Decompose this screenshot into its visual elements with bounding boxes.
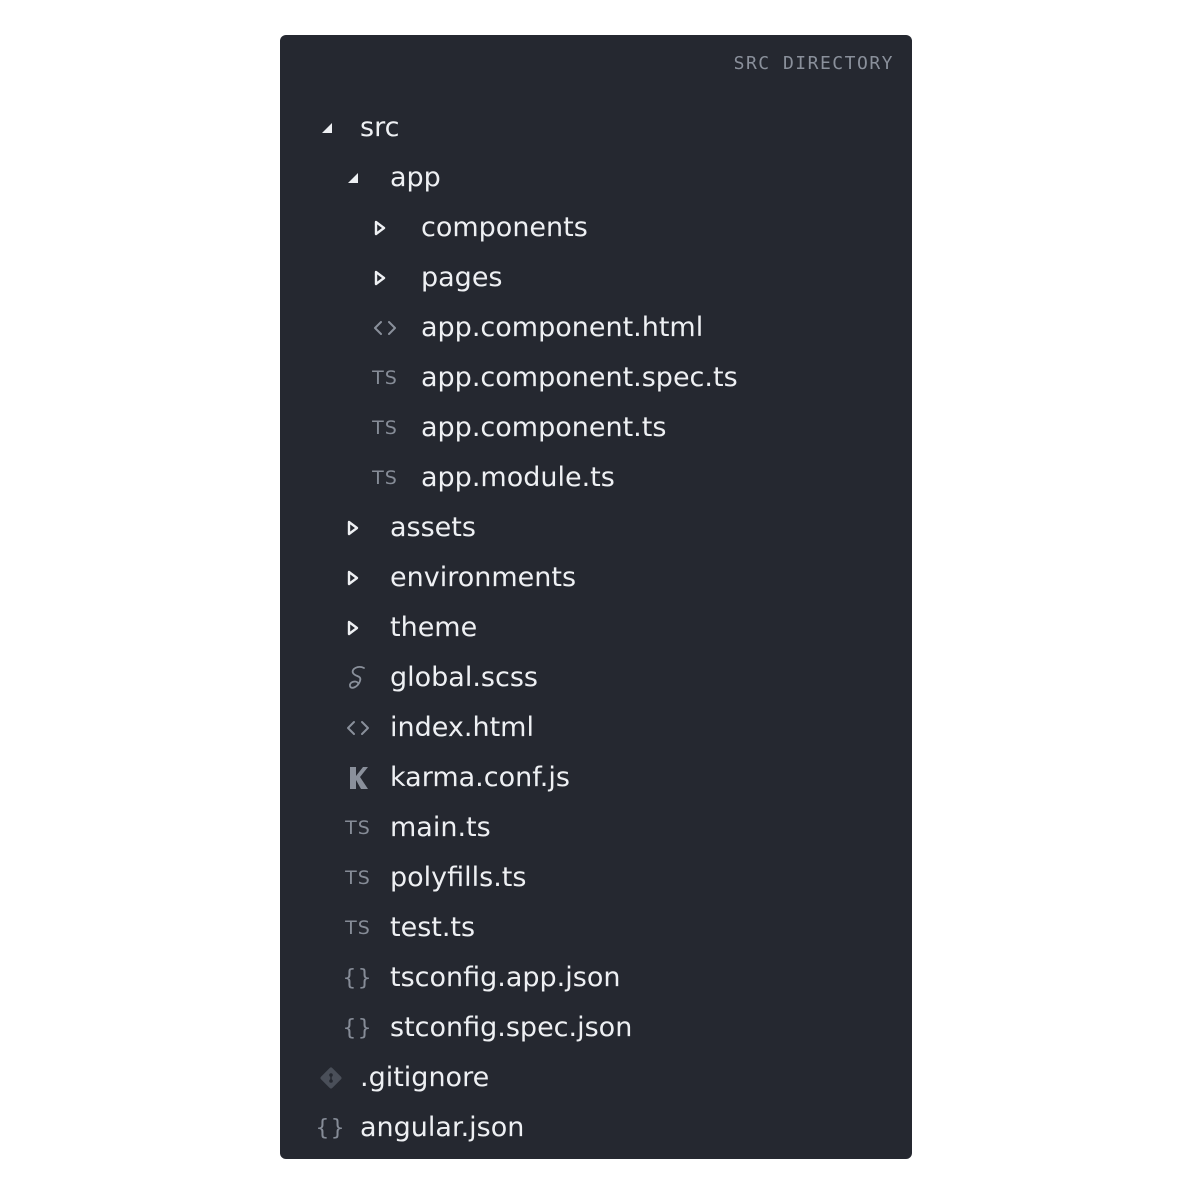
json-icon: {} — [342, 965, 374, 991]
tree-folder-row[interactable]: environments — [280, 553, 912, 603]
tree-file-row[interactable]: app.component.html — [280, 303, 912, 353]
typescript-icon: TS — [372, 367, 398, 389]
typescript-icon: TS — [345, 817, 371, 839]
tree-file-row[interactable]: TS app.module.ts — [280, 453, 912, 503]
file-label: karma.conf.js — [390, 762, 570, 793]
json-icon: {} — [315, 1115, 347, 1141]
git-icon — [316, 1066, 346, 1090]
triangle-collapsed-icon[interactable] — [365, 216, 395, 240]
folder-label: environments — [390, 562, 577, 593]
file-label: .gitignore — [360, 1062, 490, 1093]
tree-file-row[interactable]: {} angular.json — [280, 1103, 912, 1153]
triangle-collapsed-icon[interactable] — [338, 616, 368, 640]
typescript-icon: TS — [372, 417, 398, 439]
triangle-collapsed-icon[interactable] — [338, 516, 368, 540]
file-label: global.scss — [390, 662, 538, 693]
file-label: test.ts — [390, 912, 476, 943]
tree-file-row[interactable]: global.scss — [280, 653, 912, 703]
folder-label: pages — [421, 262, 503, 293]
typescript-icon: TS — [345, 917, 371, 939]
file-label: stconfig.spec.json — [390, 1012, 633, 1043]
tree-file-row[interactable]: index.html — [280, 703, 912, 753]
tree-file-row[interactable]: {} tsconfig.app.json — [280, 953, 912, 1003]
file-label: app.component.spec.ts — [421, 362, 738, 393]
triangle-collapsed-icon[interactable] — [338, 566, 368, 590]
tree-file-row[interactable]: TS app.component.spec.ts — [280, 353, 912, 403]
tree-folder-row[interactable]: src — [280, 103, 912, 153]
tree-file-row[interactable]: .gitignore — [280, 1053, 912, 1103]
tree-folder-row[interactable]: pages — [280, 253, 912, 303]
file-explorer-panel: SRC DIRECTORY src app components pages app.c… — [280, 35, 912, 1159]
tree-file-row[interactable]: TS main.ts — [280, 803, 912, 853]
folder-label: app — [390, 162, 441, 193]
folder-label: src — [360, 112, 400, 143]
triangle-expanded-icon[interactable] — [312, 116, 342, 140]
tree-file-row[interactable]: TS polyfills.ts — [280, 853, 912, 903]
folder-label: assets — [390, 512, 476, 543]
file-label: polyfills.ts — [390, 862, 527, 893]
file-label: main.ts — [390, 812, 491, 843]
file-label: tsconfig.app.json — [390, 962, 621, 993]
tree-file-row[interactable]: TS test.ts — [280, 903, 912, 953]
file-label: app.component.html — [421, 312, 704, 343]
sass-icon — [343, 666, 373, 690]
typescript-icon: TS — [372, 467, 398, 489]
typescript-icon: TS — [345, 867, 371, 889]
folder-label: theme — [390, 612, 478, 643]
json-icon: {} — [342, 1015, 374, 1041]
panel-title: SRC DIRECTORY — [733, 53, 894, 74]
triangle-expanded-icon[interactable] — [338, 166, 368, 190]
file-label: index.html — [390, 712, 534, 743]
tree-file-row[interactable]: {} stconfig.spec.json — [280, 1003, 912, 1053]
folder-label: components — [421, 212, 588, 243]
tree-file-row[interactable]: karma.conf.js — [280, 753, 912, 803]
file-label: app.component.ts — [421, 412, 667, 443]
triangle-collapsed-icon[interactable] — [365, 266, 395, 290]
file-label: app.module.ts — [421, 462, 615, 493]
tree-folder-row[interactable]: app — [280, 153, 912, 203]
tree-folder-row[interactable]: components — [280, 203, 912, 253]
tree-file-row[interactable]: TS app.component.ts — [280, 403, 912, 453]
tree-folder-row[interactable]: theme — [280, 603, 912, 653]
html-icon — [370, 316, 400, 340]
html-icon — [343, 716, 373, 740]
file-label: angular.json — [360, 1112, 525, 1143]
tree-folder-row[interactable]: assets — [280, 503, 912, 553]
karma-icon — [343, 766, 373, 790]
